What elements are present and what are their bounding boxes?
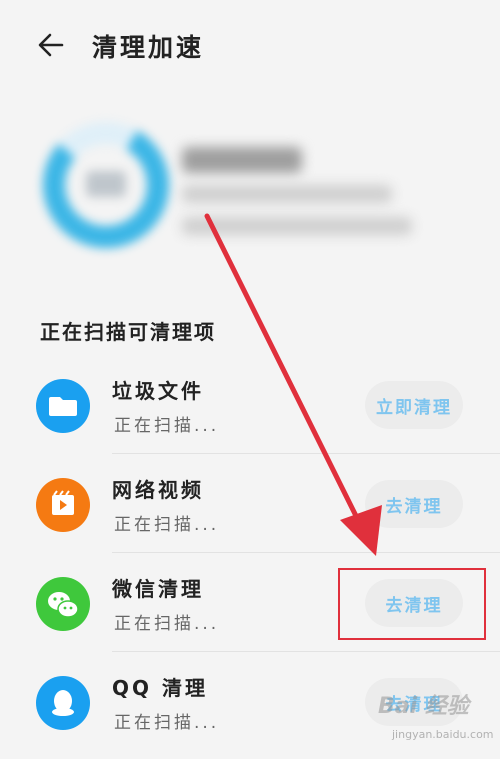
wechat-icon xyxy=(36,577,90,631)
item-status: 正在扫描... xyxy=(114,713,220,733)
item-status: 正在扫描... xyxy=(114,515,220,535)
section-title: 正在扫描可清理项 xyxy=(40,320,216,344)
item-name: 微信清理 xyxy=(112,577,204,601)
item-name: 网络视频 xyxy=(112,478,204,502)
watermark-logo: Bai 经验 xyxy=(378,694,469,719)
watermark-url: jingyan.baidu.com xyxy=(392,728,494,741)
video-icon xyxy=(36,478,90,532)
header: 清理加速 xyxy=(0,0,500,92)
back-arrow-icon[interactable] xyxy=(36,30,66,60)
storage-ring-chart xyxy=(36,115,176,255)
go-clean-button[interactable]: 去清理 xyxy=(365,480,463,528)
item-status: 正在扫描... xyxy=(114,416,220,436)
qq-icon xyxy=(36,676,90,730)
item-status: 正在扫描... xyxy=(114,614,220,634)
storage-summary-card xyxy=(14,95,486,285)
page-title: 清理加速 xyxy=(92,33,205,62)
item-name: 垃圾文件 xyxy=(112,379,204,403)
folder-icon xyxy=(36,379,90,433)
clean-now-button[interactable]: 立即清理 xyxy=(365,381,463,429)
annotation-highlight-box xyxy=(338,568,486,640)
list-item-junk-files[interactable]: 垃圾文件 正在扫描... 立即清理 xyxy=(0,355,500,454)
item-name: QQ 清理 xyxy=(112,676,208,700)
list-item-online-video[interactable]: 网络视频 正在扫描... 去清理 xyxy=(0,454,500,553)
